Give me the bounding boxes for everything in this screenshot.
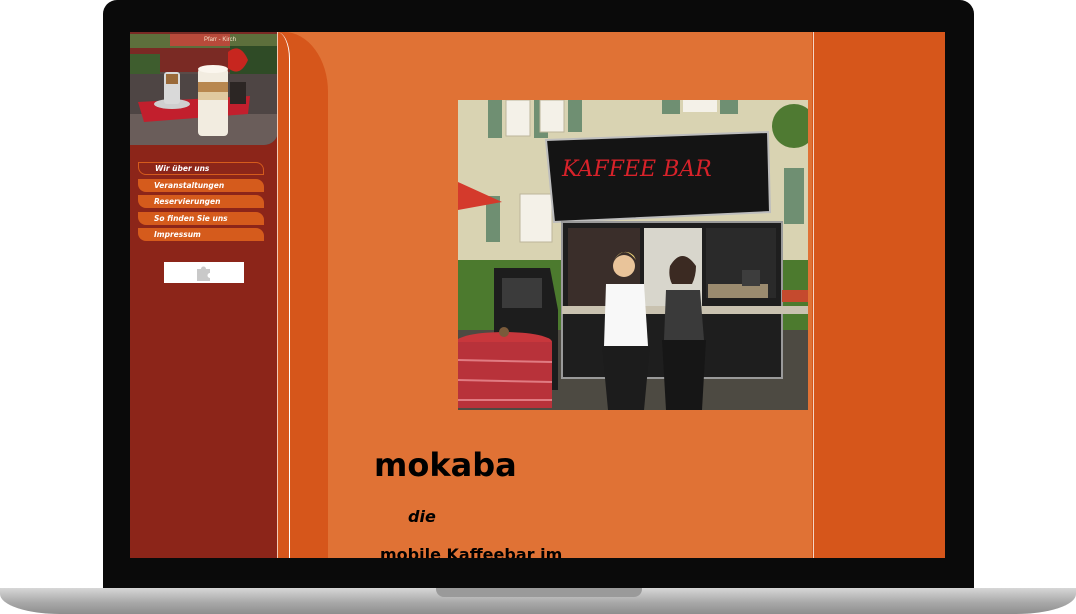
page-title: mokaba: [374, 446, 517, 484]
website-screen: Pfarr - Kirch Wir über uns Veranstaltung…: [130, 32, 945, 558]
latte-image: Pfarr - Kirch: [130, 32, 278, 145]
photo-sign-text: Pfarr - Kirch: [204, 37, 236, 43]
kaffee-bar-sign: KAFFEE BAR: [561, 157, 712, 182]
laptop-notch: [436, 588, 642, 597]
sidebar-divider-line: [277, 32, 278, 558]
nav-item-veranstaltungen[interactable]: Veranstaltungen: [138, 178, 264, 192]
right-divider-line: [813, 32, 814, 558]
curve-line: [277, 32, 290, 558]
nav-item-so-finden-sie-uns[interactable]: So finden Sie uns: [138, 211, 264, 225]
right-band: [812, 32, 945, 558]
sidebar-coffee-photo: Pfarr - Kirch: [130, 32, 278, 145]
subtitle-mobile-kaffeebar: mobile Kaffeebar im: [380, 545, 563, 558]
subtitle-die: die: [408, 507, 436, 526]
kaffeebar-image: KAFFEE BAR: [458, 100, 808, 410]
plugin-placeholder: [164, 262, 244, 283]
nav-item-impressum[interactable]: Impressum: [138, 228, 264, 242]
nav-item-wir-ueber-uns[interactable]: Wir über uns: [138, 162, 264, 175]
main-navigation: Wir über uns Veranstaltungen Reservierun…: [138, 162, 264, 245]
puzzle-piece-icon: [197, 266, 210, 281]
nav-item-reservierungen[interactable]: Reservierungen: [138, 195, 264, 209]
hero-photo-kaffeebar: KAFFEE BAR: [458, 100, 808, 410]
